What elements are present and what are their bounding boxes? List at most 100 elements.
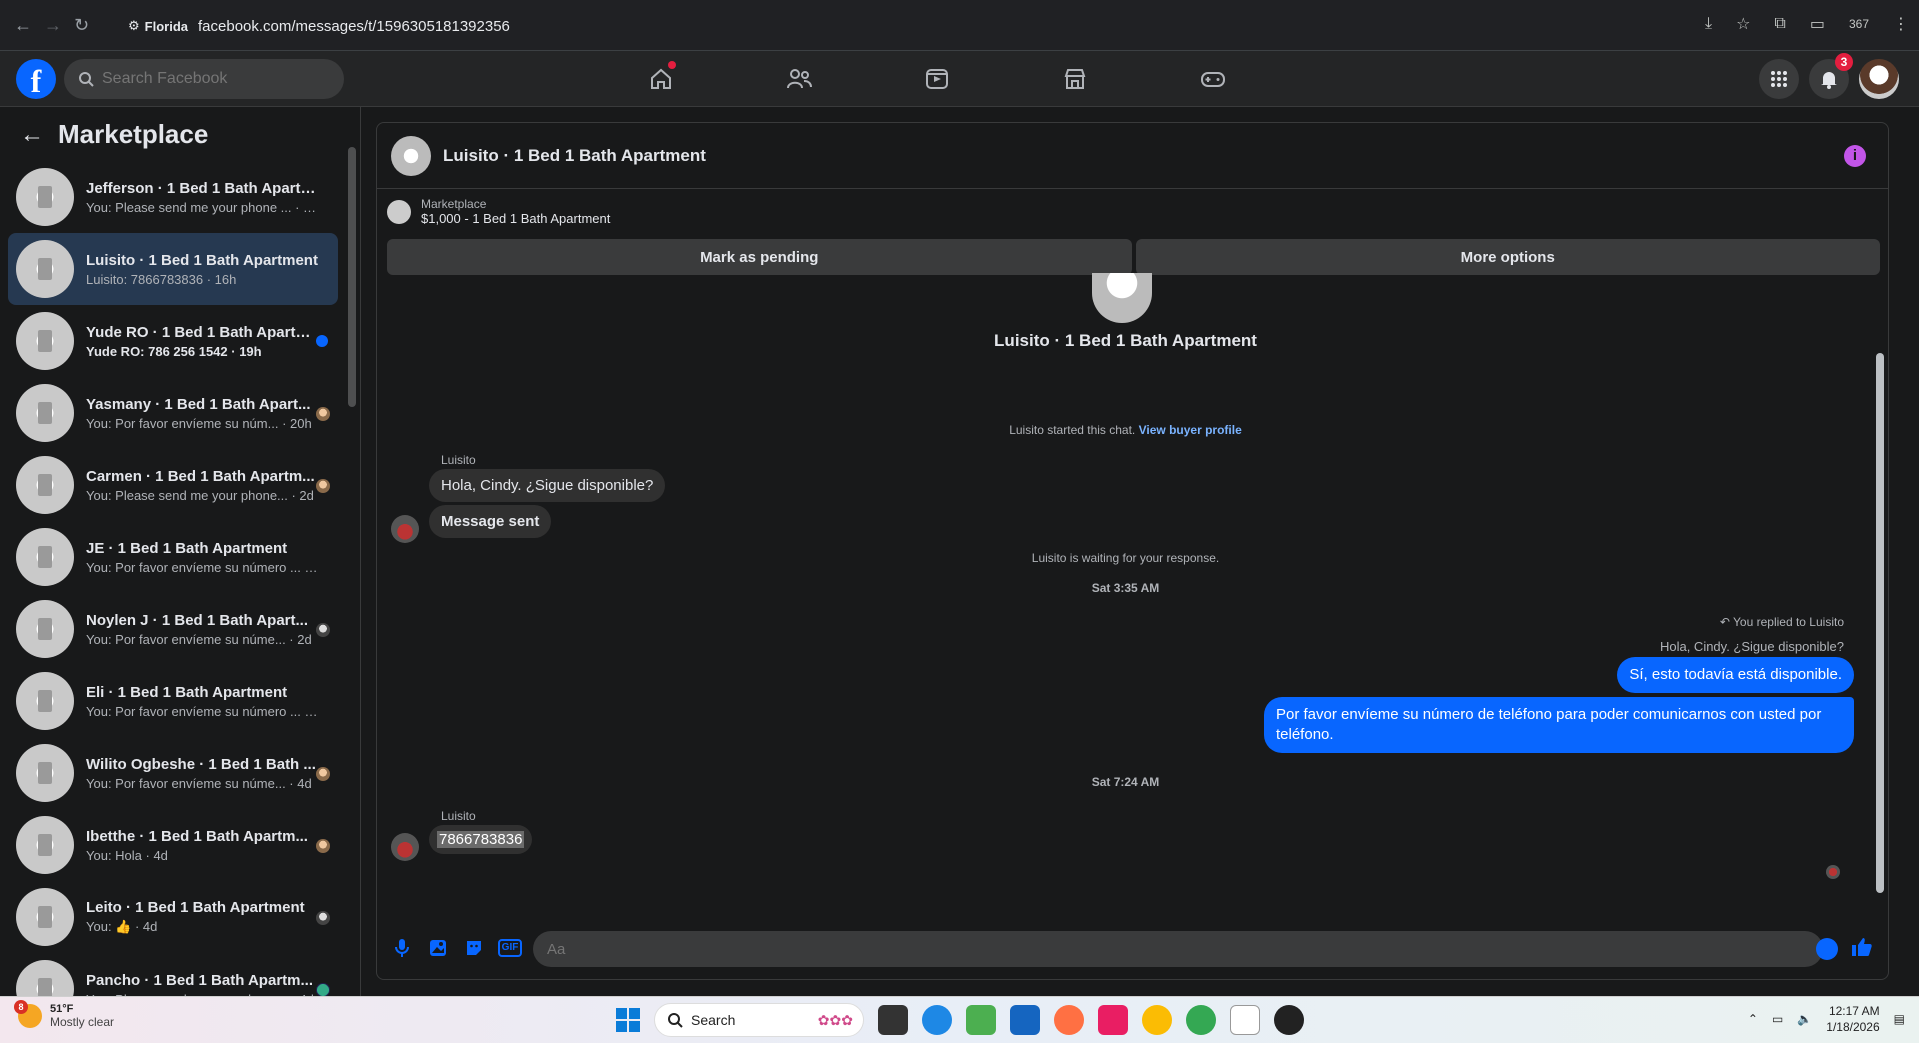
conversation-item[interactable]: Noylen J · 1 Bed 1 Bath Apart... You: Por… [8, 593, 338, 665]
incoming-message-phone[interactable]: 7866783836 [429, 825, 533, 854]
back-arrow-icon[interactable]: ← [20, 121, 44, 149]
notification-badge: 3 [1835, 53, 1853, 71]
conversation-item[interactable]: Yasmany · 1 Bed 1 Bath Apart... You: Por … [8, 377, 338, 449]
task-view-icon[interactable] [878, 1005, 908, 1035]
script-app-icon[interactable] [1010, 1005, 1040, 1035]
split-view-icon[interactable]: ▭ [1810, 14, 1825, 34]
conversation-item[interactable]: Yude RO · 1 Bed 1 Bath Apartm... Yude RO:… [8, 305, 338, 377]
reply-indicator: ↶ You replied to Luisito [1719, 615, 1844, 629]
extension-counter[interactable]: 367 [1849, 17, 1869, 31]
browser-menu-icon[interactable]: ⋮ [1893, 14, 1909, 34]
seen-avatar [316, 983, 330, 997]
video-tab[interactable] [918, 61, 956, 97]
conversation-item[interactable]: Wilito Ogbeshe · 1 Bed 1 Bath ... You: Po… [8, 737, 338, 809]
incoming-message[interactable]: Message sent [429, 505, 552, 538]
thumbs-up-icon[interactable] [1850, 935, 1876, 961]
forward-icon[interactable]: → [44, 15, 62, 36]
listing-label: Marketplace [421, 197, 487, 211]
chart-app-icon[interactable] [966, 1005, 996, 1035]
app-367-icon[interactable] [1274, 1005, 1304, 1035]
home-tab[interactable] [642, 61, 680, 97]
listing-summary[interactable]: Marketplace $1,000 - 1 Bed 1 Bath Apartm… [387, 197, 610, 226]
weather-widget[interactable]: 8 51°F Mostly clear [14, 1000, 114, 1029]
listing-thumbnail [16, 528, 74, 586]
facebook-search[interactable] [64, 59, 344, 99]
extensions-icon[interactable]: ⧉ [1774, 15, 1785, 33]
photo-icon[interactable] [427, 937, 449, 959]
emoji-icon[interactable] [1816, 938, 1838, 960]
search-input[interactable] [102, 70, 302, 88]
back-icon[interactable]: ← [14, 15, 32, 36]
conversation-name: Carmen · 1 Bed 1 Bath Apartm... [86, 467, 315, 485]
mark-pending-button[interactable]: Mark as pending [387, 239, 1132, 275]
notepad-icon[interactable] [1230, 1005, 1260, 1035]
scrollbar-thumb[interactable] [1876, 353, 1884, 893]
gaming-tab[interactable] [1194, 61, 1232, 97]
bookmark-star-icon[interactable]: ☆ [1736, 14, 1750, 34]
microphone-icon[interactable] [391, 937, 413, 959]
outgoing-message[interactable]: Sí, esto todavía está disponible. [1617, 657, 1854, 693]
sidebar-scrollbar[interactable] [348, 127, 356, 987]
chat-scrollbar[interactable] [1876, 293, 1884, 903]
conversation-item[interactable]: Leito · 1 Bed 1 Bath Apartment You: 👍 · 4… [8, 881, 338, 953]
windows-start-icon[interactable] [616, 1008, 640, 1032]
conversation-item[interactable]: Jefferson · 1 Bed 1 Bath Apartme... You: … [8, 161, 338, 233]
chrome-icon[interactable] [1142, 1005, 1172, 1035]
video-icon [926, 69, 948, 89]
conversation-item[interactable]: Ibetthe · 1 Bed 1 Bath Apartm... You: Hol… [8, 809, 338, 881]
scrollbar-thumb[interactable] [348, 147, 356, 407]
outgoing-message[interactable]: Por favor envíeme su número de teléfono … [1264, 697, 1854, 753]
install-icon[interactable]: ⤓ [1705, 15, 1712, 33]
clock[interactable]: 12:17 AM 1/18/2026 [1826, 1003, 1879, 1035]
bell-icon [1821, 72, 1837, 89]
reload-icon[interactable]: ↻ [74, 15, 89, 36]
menu-button[interactable] [1759, 59, 1799, 99]
view-buyer-profile-link[interactable]: View buyer profile [1139, 423, 1242, 437]
chat-panel: Luisito · 1 Bed 1 Bath Apartment i Marke… [376, 122, 1889, 980]
gif-icon[interactable]: GIF [497, 937, 523, 959]
conversation-name: Yude RO · 1 Bed 1 Bath Apartm... [86, 323, 318, 341]
chat-title[interactable]: Luisito · 1 Bed 1 Bath Apartment [443, 146, 706, 166]
url-text[interactable]: facebook.com/messages/t/1596305181392356 [198, 18, 510, 35]
facebook-logo[interactable]: f [16, 59, 56, 99]
info-icon[interactable]: i [1844, 145, 1866, 167]
timestamp: Sat 7:24 AM [1091, 775, 1160, 789]
marketplace-tab[interactable] [1056, 61, 1094, 97]
facebook-top-nav: f 3 [0, 51, 1919, 107]
address-bar[interactable]: ⚙ Florida facebook.com/messages/t/1596305… [128, 12, 510, 40]
message-input[interactable] [533, 931, 1823, 967]
firefox-icon[interactable] [1054, 1005, 1084, 1035]
incoming-message[interactable]: Hola, Cindy. ¿Sigue disponible? [429, 469, 666, 502]
taskbar-search[interactable]: Search ✿✿✿ [654, 1003, 864, 1037]
network-icon[interactable]: ▭ [1772, 1012, 1783, 1026]
conversation-preview: You: Please send me your phone ... · 21m [86, 199, 318, 215]
conversation-item[interactable]: JE · 1 Bed 1 Bath Apartment You: Por favo… [8, 521, 338, 593]
listing-thumbnail [16, 168, 74, 226]
chat-header: Luisito · 1 Bed 1 Bath Apartment i [377, 123, 1888, 189]
quoted-message[interactable]: Hola, Cindy. ¿Sigue disponible? [1660, 639, 1844, 654]
waiting-notice: Luisito is waiting for your response. [1031, 551, 1220, 565]
conversation-item-active[interactable]: Luisito · 1 Bed 1 Bath Apartment Luisito:… [8, 233, 338, 305]
conversation-item[interactable]: Carmen · 1 Bed 1 Bath Apartm... You: Plea… [8, 449, 338, 521]
profile-avatar[interactable] [1859, 59, 1899, 99]
friends-tab[interactable] [780, 61, 818, 97]
sender-avatar[interactable] [391, 515, 419, 543]
sender-avatar[interactable] [391, 833, 419, 861]
site-info[interactable]: ⚙ Florida [128, 18, 188, 34]
more-options-button[interactable]: More options [1135, 239, 1880, 275]
seen-avatar [316, 839, 330, 853]
chat-avatar[interactable] [391, 135, 431, 176]
chrome-profile-icon[interactable] [1186, 1005, 1216, 1035]
snipping-tool-icon[interactable] [1098, 1005, 1128, 1035]
notification-center-icon[interactable]: ▤ [1894, 1012, 1905, 1026]
edge-icon[interactable] [922, 1005, 952, 1035]
selected-phone-text[interactable]: 7866783836 [437, 831, 525, 848]
conversation-preview: You: 👍 · 4d [86, 919, 158, 934]
tune-icon: ⚙ [128, 18, 140, 33]
notifications-button[interactable]: 3 [1809, 53, 1853, 99]
chevron-up-icon[interactable]: ⌃ [1748, 1012, 1758, 1026]
volume-icon[interactable]: 🔈 [1797, 1012, 1812, 1026]
sticker-icon[interactable] [463, 937, 485, 959]
listing-detail: $1,000 - 1 Bed 1 Bath Apartment [421, 211, 611, 226]
conversation-item[interactable]: Eli · 1 Bed 1 Bath Apartment You: Por fav… [8, 665, 338, 737]
